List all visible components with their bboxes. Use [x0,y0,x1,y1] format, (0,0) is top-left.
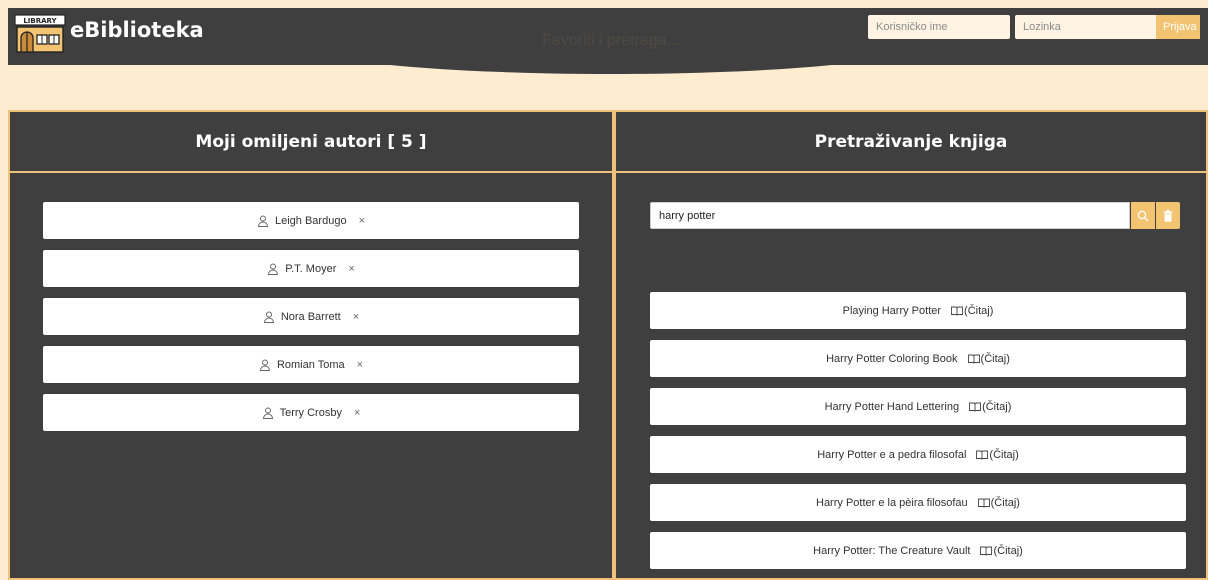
read-label: (Čitaj) [993,544,1023,557]
author-item[interactable]: P.T. Moyer × [43,250,579,287]
search-button[interactable] [1131,202,1155,229]
read-label: (Čitaj) [982,400,1012,413]
book-title: Harry Potter e la pèira filosofau [816,496,968,509]
book-title: Harry Potter: The Creature Vault [813,544,971,557]
book-title: Harry Potter Hand Lettering [824,400,960,413]
read-label: (Čitaj) [980,352,1010,365]
read-link[interactable]: (Čitaj) [976,448,1019,461]
book-result-item[interactable]: Harry Potter: The Creature Vault (Čitaj) [650,532,1186,569]
close-icon[interactable]: × [357,359,363,371]
author-item[interactable]: Romian Toma × [43,346,579,383]
book-open-icon [951,306,963,316]
search-results-list: Playing Harry Potter (Čitaj) Harry Potte… [650,292,1186,580]
author-item[interactable]: Leigh Bardugo × [43,202,579,239]
book-result-item[interactable]: Harry Potter e la pèira filosofau (Čitaj… [650,484,1186,521]
clear-search-button[interactable] [1156,202,1180,229]
favorite-authors-panel: Moji omiljeni autori [ 5 ] Leigh Bardugo… [8,110,614,580]
author-name: Leigh Bardugo [275,214,347,227]
read-link[interactable]: (Čitaj) [980,544,1023,557]
trash-icon [1163,209,1173,222]
read-label: (Čitaj) [989,448,1019,461]
center-banner-text: Favoriti i pretraga... [542,32,680,49]
book-open-icon [976,450,989,460]
username-input[interactable] [868,15,1010,39]
search-bar [650,202,1186,229]
favorite-authors-list: Leigh Bardugo × P.T. Moyer × Nora Barret… [43,202,579,442]
book-result-item[interactable]: Harry Potter Hand Lettering (Čitaj) [650,388,1186,425]
book-open-icon [980,546,993,556]
book-search-panel: Pretraživanje knjiga Playing Harry Potte… [614,110,1208,580]
book-result-item[interactable]: Harry Potter e a pedra filosofal (Čitaj) [650,436,1186,473]
read-label: (Čitaj) [964,304,994,317]
person-icon [263,311,274,323]
close-icon[interactable]: × [348,263,354,275]
close-icon[interactable]: × [359,215,365,227]
read-label: (Čitaj) [990,496,1020,509]
person-icon [268,263,279,275]
person-icon [257,215,269,227]
library-building-icon[interactable]: LIBRARY [14,14,66,54]
read-link[interactable]: (Čitaj) [967,352,1010,365]
brand-title[interactable]: eBiblioteka [70,18,204,42]
author-item[interactable]: Terry Crosby × [43,394,579,431]
book-result-item[interactable]: Harry Potter Coloring Book (Čitaj) [650,340,1186,377]
book-open-icon [967,354,980,364]
book-title: Harry Potter Coloring Book [826,352,958,365]
author-name: Romian Toma [276,358,345,371]
author-item[interactable]: Nora Barrett × [43,298,579,335]
read-link[interactable]: (Čitaj) [951,305,993,317]
read-link[interactable]: (Čitaj) [977,496,1020,509]
password-input[interactable] [1015,15,1158,39]
search-icon [1137,210,1149,221]
author-name: P.T. Moyer [285,262,337,275]
book-open-icon [969,402,982,412]
close-icon[interactable]: × [354,407,360,419]
book-search-title: Pretraživanje knjiga [616,112,1206,173]
logo-text: LIBRARY [23,17,57,25]
person-icon [259,359,270,371]
read-link[interactable]: (Čitaj) [969,401,1011,413]
person-icon [262,407,273,419]
book-title: Harry Potter e a pedra filosofal [817,448,967,461]
author-name: Nora Barrett [280,310,341,323]
close-icon[interactable]: × [353,311,359,323]
book-open-icon [977,498,990,508]
login-button[interactable]: Prijava [1156,15,1200,39]
book-title: Playing Harry Potter [842,304,942,317]
favorite-authors-title: Moji omiljeni autori [ 5 ] [10,112,612,173]
book-result-item[interactable]: Playing Harry Potter (Čitaj) [650,292,1186,329]
search-input[interactable] [650,202,1130,229]
author-name: Terry Crosby [279,406,342,419]
